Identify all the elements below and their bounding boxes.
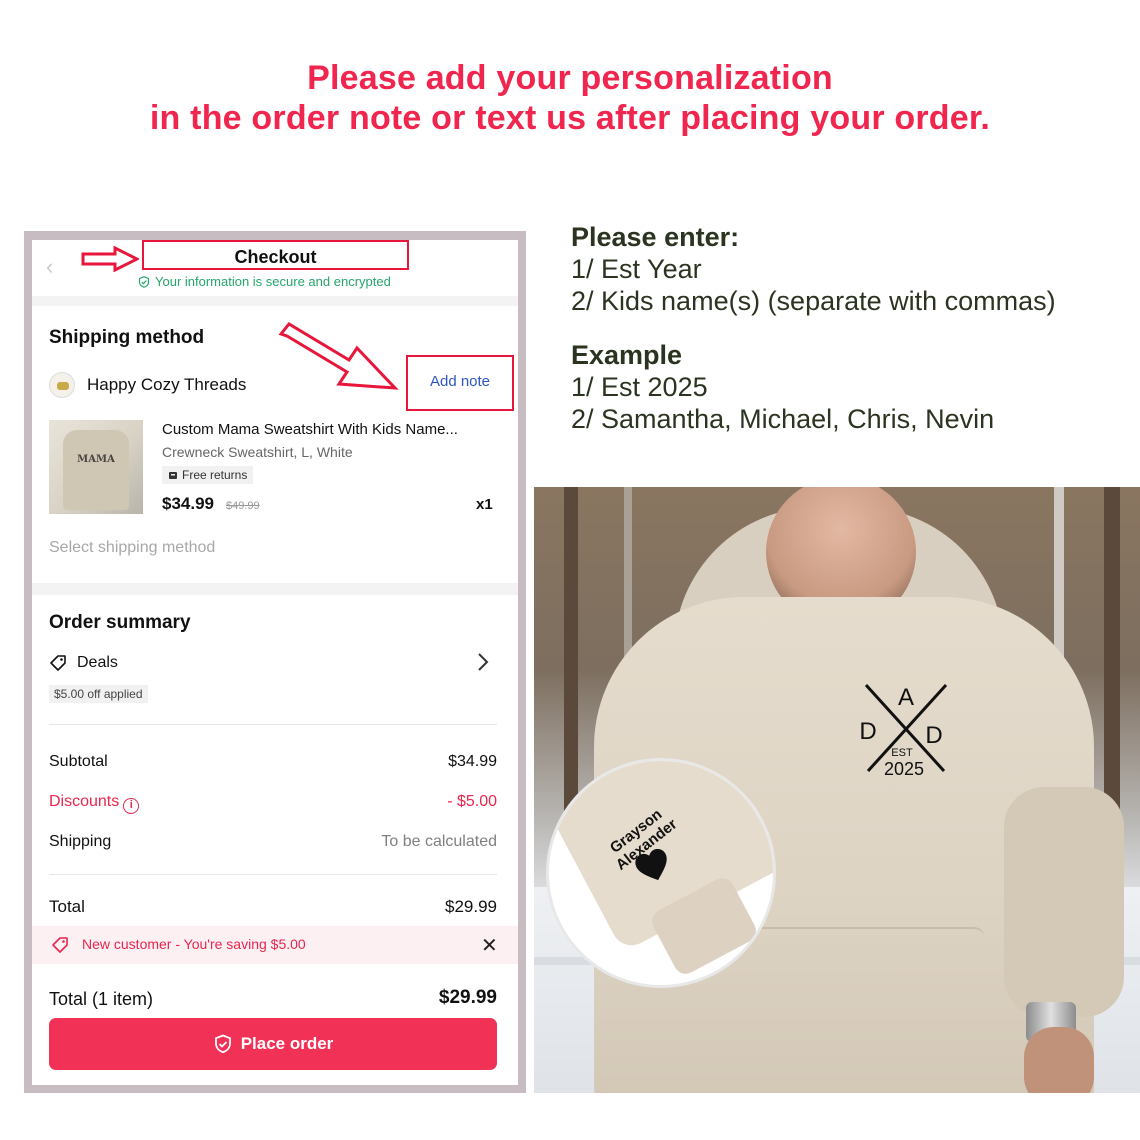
instructions-heading: Please enter: bbox=[571, 222, 740, 252]
promo-tag-icon bbox=[52, 937, 68, 953]
section-divider bbox=[32, 583, 518, 595]
add-note-button[interactable]: Add note bbox=[408, 373, 512, 390]
chevron-right-icon[interactable] bbox=[477, 652, 489, 672]
total-items-value: $29.99 bbox=[438, 987, 497, 1008]
dad-logo: A D D EST 2025 bbox=[859, 683, 948, 777]
shield-check-icon bbox=[214, 1034, 231, 1054]
product-price: $34.99 bbox=[162, 494, 214, 513]
add-note-highlight: Add note bbox=[406, 355, 514, 411]
back-arrow-icon[interactable]: ‹ bbox=[46, 254, 53, 280]
example-line-2: 2/ Samantha, Michael, Chris, Nevin bbox=[571, 404, 995, 434]
checkout-title-highlight: Checkout bbox=[142, 240, 409, 270]
checkout-screen: ‹ Checkout Your information is secure an… bbox=[32, 240, 518, 1085]
product-variant: Crewneck Sweatshirt, L, White bbox=[162, 444, 353, 460]
place-order-button[interactable]: Place order bbox=[49, 1018, 497, 1070]
instructions-line-1: 1/ Est Year bbox=[571, 254, 702, 284]
dad-left-letter: D bbox=[859, 718, 876, 745]
instructions: Please enter: 1/ Est Year 2/ Kids name(s… bbox=[571, 221, 1056, 435]
example-line-1: 1/ Est 2025 bbox=[571, 372, 708, 402]
deals-label: Deals bbox=[77, 654, 118, 671]
banner-line-2: in the order note or text us after placi… bbox=[149, 99, 991, 137]
example-heading: Example bbox=[571, 340, 683, 370]
product-old-price: $49.99 bbox=[226, 500, 260, 512]
red-arrow-diagonal-icon bbox=[278, 322, 399, 390]
deal-applied-badge: $5.00 off applied bbox=[49, 685, 148, 703]
secure-text: Your information is secure and encrypted bbox=[155, 274, 391, 289]
store-logo bbox=[49, 372, 75, 398]
divider bbox=[49, 874, 497, 875]
page-title: Checkout bbox=[234, 247, 317, 267]
divider bbox=[49, 724, 497, 725]
close-icon[interactable]: ✕ bbox=[481, 933, 498, 958]
promo-text: New customer - You're saving $5.00 bbox=[82, 936, 306, 952]
total-label: Total bbox=[49, 897, 85, 916]
return-box-icon bbox=[169, 472, 177, 479]
info-icon[interactable]: i bbox=[123, 798, 140, 814]
shipping-value: To be calculated bbox=[381, 833, 497, 850]
dad-right-letter: D bbox=[925, 722, 942, 749]
sleeve-zoom-circle: Grayson Alexander bbox=[546, 758, 776, 988]
discounts-label-wrap: Discounts i bbox=[49, 793, 140, 814]
order-summary-title: Order summary bbox=[49, 612, 191, 633]
subtotal-label: Subtotal bbox=[49, 753, 108, 770]
shipping-method-title: Shipping method bbox=[49, 327, 205, 348]
subtotal-value: $34.99 bbox=[448, 753, 497, 770]
checkout-header: ‹ Checkout Your information is secure an… bbox=[32, 240, 518, 296]
product-sweatshirt-graphic bbox=[63, 430, 129, 510]
phone-frame: ‹ Checkout Your information is secure an… bbox=[24, 231, 526, 1093]
discounts-label: Discounts bbox=[49, 793, 120, 810]
select-shipping-method[interactable]: Select shipping method bbox=[49, 539, 215, 557]
banner-line-1: Please add your personalization bbox=[307, 59, 833, 97]
hand bbox=[1024, 1027, 1094, 1093]
shipping-label: Shipping bbox=[49, 833, 112, 850]
total-value: $29.99 bbox=[445, 897, 497, 916]
free-returns-badge: Free returns bbox=[162, 466, 254, 484]
dad-est: EST bbox=[891, 747, 913, 759]
product-quantity: x1 bbox=[476, 496, 493, 513]
tag-icon bbox=[50, 655, 66, 671]
section-divider bbox=[32, 296, 518, 306]
banner: Please add your personalization in the o… bbox=[0, 58, 1140, 138]
heart-icon bbox=[635, 849, 667, 881]
red-arrow-right-icon bbox=[81, 246, 139, 272]
secure-notice: Your information is secure and encrypted bbox=[138, 274, 391, 289]
product-image-text: MAMA bbox=[77, 454, 115, 465]
discounts-value: - $5.00 bbox=[447, 793, 497, 810]
arm bbox=[1004, 787, 1124, 1017]
deals-row[interactable]: Deals bbox=[49, 654, 118, 672]
place-order-label: Place order bbox=[240, 1034, 334, 1053]
product-name[interactable]: Custom Mama Sweatshirt With Kids Name... bbox=[162, 421, 458, 438]
store-row: Happy Cozy Threads bbox=[49, 372, 246, 398]
product-photo: A D D EST 2025 Grayson Alexander bbox=[534, 487, 1140, 1093]
product-image: MAMA bbox=[49, 420, 143, 514]
instructions-line-2: 2/ Kids name(s) (separate with commas) bbox=[571, 286, 1056, 316]
free-returns-text: Free returns bbox=[182, 468, 248, 482]
promo-banner: New customer - You're saving $5.00 ✕ bbox=[32, 926, 518, 964]
shield-check-icon bbox=[138, 275, 150, 288]
dad-year: 2025 bbox=[884, 759, 924, 777]
store-name: Happy Cozy Threads bbox=[87, 375, 247, 394]
dad-top-letter: A bbox=[898, 684, 914, 711]
total-items-label: Total (1 item) bbox=[49, 989, 154, 1009]
